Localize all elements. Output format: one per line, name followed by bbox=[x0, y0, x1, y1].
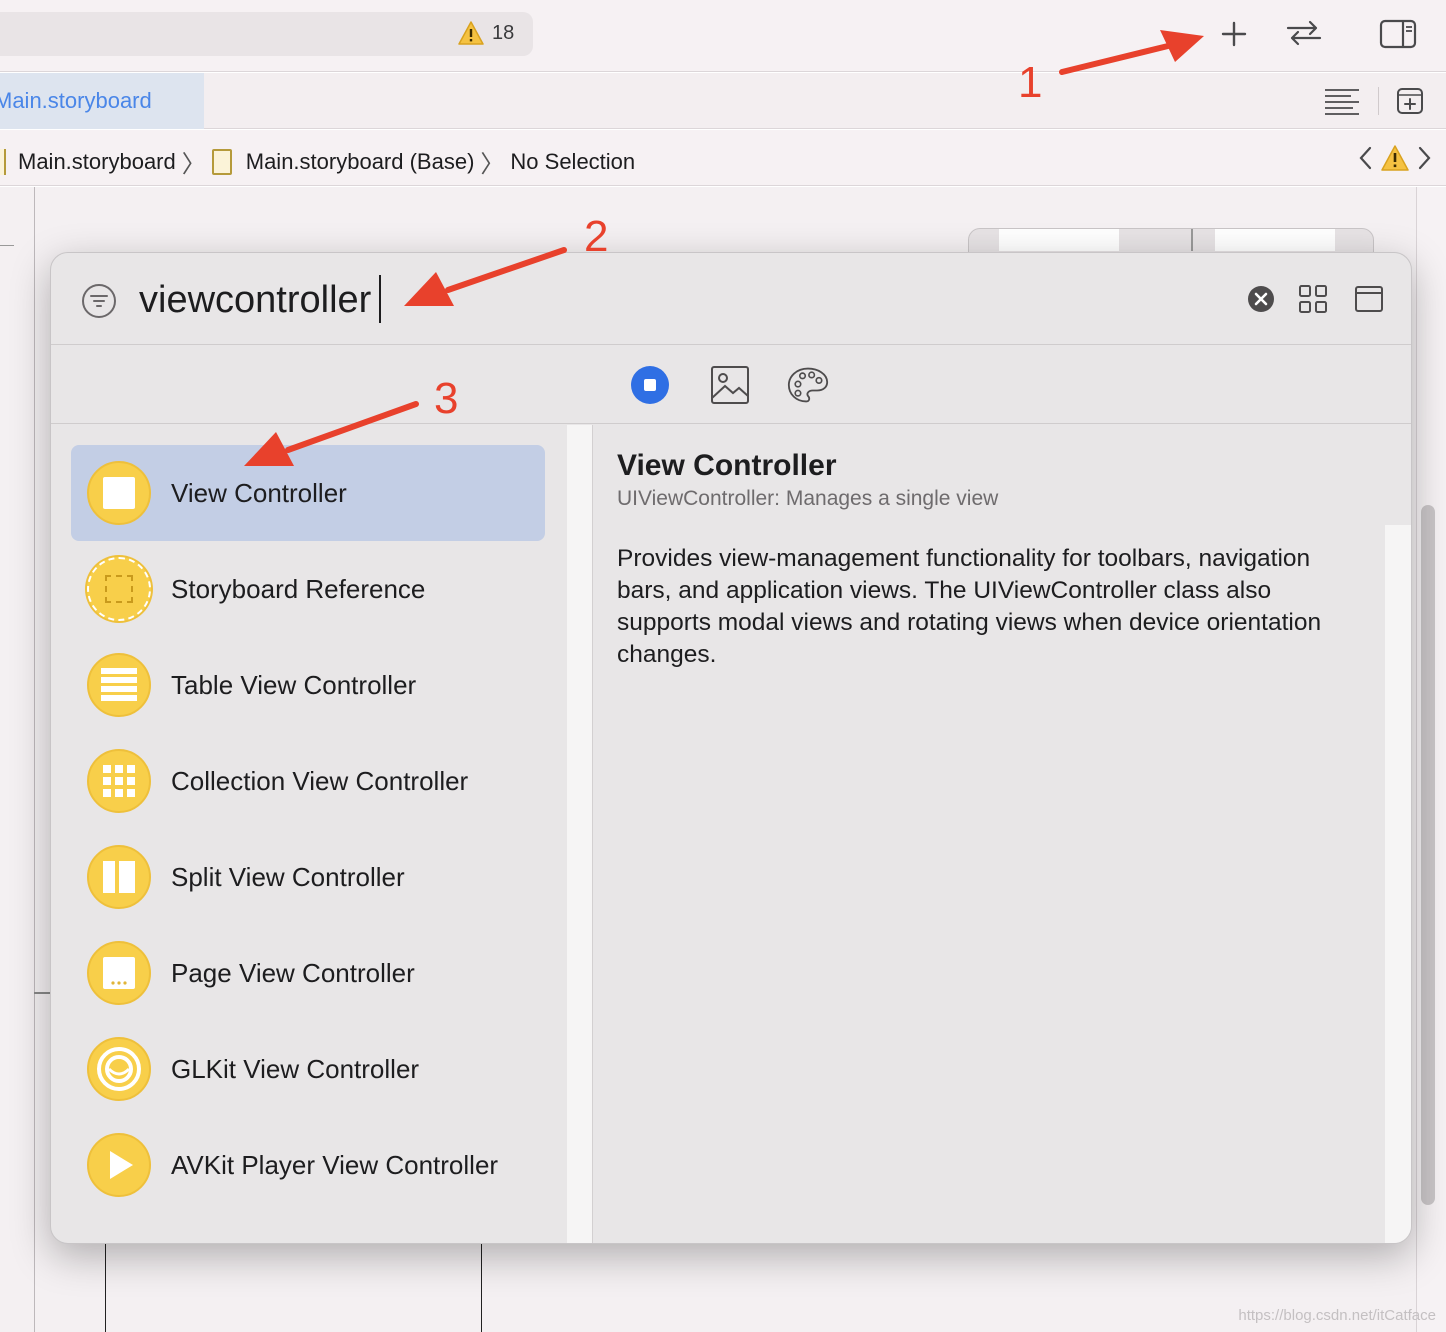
tab-bar-divider bbox=[1378, 87, 1379, 115]
inspector-toggle-button[interactable] bbox=[1378, 14, 1418, 54]
list-item-storyboard-reference[interactable]: Storyboard Reference bbox=[71, 541, 545, 637]
activity-status-field bbox=[0, 12, 533, 56]
list-item-view-controller[interactable]: View Controller bbox=[71, 445, 545, 541]
annotation-label-3: 3 bbox=[434, 374, 459, 423]
warning-icon bbox=[458, 21, 484, 45]
list-item-label: AVKit Player View Controller bbox=[171, 1150, 499, 1180]
scene-frame-edge bbox=[481, 1240, 482, 1332]
list-item-glkit-view-controller[interactable]: GLKit View Controller bbox=[71, 1021, 545, 1117]
chevron-right-icon: 〉 bbox=[480, 151, 505, 178]
list-item-label: View Controller bbox=[171, 478, 347, 508]
library-item-list: View Controller Storyboard Reference Tab… bbox=[51, 425, 567, 1243]
library-add-button[interactable] bbox=[1214, 14, 1254, 54]
detail-scrollbar-track[interactable] bbox=[1385, 525, 1411, 1243]
storyboard-file-icon bbox=[211, 148, 232, 175]
list-item-collection-view-controller[interactable]: Collection View Controller bbox=[71, 733, 545, 829]
page-view-controller-icon bbox=[87, 941, 151, 1005]
annotation-label-2: 2 bbox=[584, 212, 609, 261]
list-item-table-view-controller[interactable]: Table View Controller bbox=[71, 637, 545, 733]
warning-icon[interactable] bbox=[1380, 144, 1410, 172]
library-search-input[interactable] bbox=[139, 271, 1039, 329]
list-item-label: Split View Controller bbox=[171, 862, 405, 892]
window-toolbar: 18 bbox=[0, 0, 1446, 72]
editor-tab-bar: Main.storyboard bbox=[0, 73, 1446, 129]
inspector-toggle-icon bbox=[1379, 19, 1417, 49]
canvas-gutter-line bbox=[34, 187, 35, 1332]
warning-count: 18 bbox=[492, 21, 515, 44]
text-caret bbox=[379, 275, 381, 323]
clear-search-icon[interactable] bbox=[1247, 285, 1275, 313]
canvas-tick bbox=[0, 245, 14, 246]
avkit-player-icon bbox=[87, 1133, 151, 1197]
list-item-label: Page View Controller bbox=[171, 958, 415, 988]
tab-label: Main.storyboard bbox=[0, 88, 152, 113]
list-item-page-view-controller[interactable]: Page View Controller bbox=[71, 925, 545, 1021]
add-editor-button[interactable] bbox=[1390, 81, 1430, 121]
filter-icon[interactable] bbox=[81, 283, 117, 319]
view-controller-icon bbox=[87, 461, 151, 525]
breadcrumb-item-file[interactable]: Main.storyboard bbox=[18, 149, 176, 175]
detail-title: View Controller bbox=[617, 449, 837, 482]
issue-navigator-controls bbox=[1356, 142, 1434, 174]
table-view-controller-icon bbox=[87, 653, 151, 717]
split-view-controller-icon bbox=[87, 845, 151, 909]
detail-subtitle: UIViewController: Manages a single view bbox=[617, 487, 999, 510]
list-item-label: Storyboard Reference bbox=[171, 574, 426, 604]
text-lines-icon bbox=[1325, 89, 1359, 115]
list-item-avkit-player-view-controller[interactable]: AVKit Player View Controller bbox=[71, 1117, 545, 1213]
device-frame-divider bbox=[1191, 229, 1193, 251]
collection-view-controller-icon bbox=[87, 749, 151, 813]
annotation-label-1: 1 bbox=[1018, 58, 1043, 107]
warning-badge[interactable]: 18 bbox=[458, 21, 514, 45]
swap-arrows-icon bbox=[1286, 20, 1322, 46]
storyboard-reference-icon bbox=[87, 557, 151, 621]
object-library-popup: View Controller Storyboard Reference Tab… bbox=[50, 252, 1412, 1244]
jump-bar: Main.storyboard 〉 Main.storyboard (Base)… bbox=[0, 130, 1446, 186]
breadcrumb-item-selection[interactable]: No Selection bbox=[510, 149, 635, 175]
image-icon[interactable] bbox=[709, 364, 751, 406]
tab-main-storyboard[interactable]: Main.storyboard bbox=[0, 73, 204, 129]
chevron-right-icon: 〉 bbox=[181, 151, 206, 178]
scene-frame-edge bbox=[105, 1240, 106, 1332]
list-item-label: GLKit View Controller bbox=[171, 1054, 420, 1084]
chevron-left-icon[interactable] bbox=[1356, 144, 1376, 172]
library-detail-pane: View Controller UIViewController: Manage… bbox=[595, 425, 1411, 1243]
glkit-view-controller-icon bbox=[87, 1037, 151, 1101]
breadcrumb-item-base[interactable]: Main.storyboard (Base) bbox=[246, 149, 475, 175]
color-palette-icon[interactable] bbox=[787, 364, 829, 406]
library-search-area bbox=[51, 253, 1411, 345]
list-scrollbar-track[interactable] bbox=[567, 425, 593, 1243]
canvas-scrollbar[interactable] bbox=[1421, 505, 1435, 1205]
watermark: https://blog.csdn.net/itCatface bbox=[1238, 1307, 1436, 1324]
detail-view-icon[interactable] bbox=[1353, 283, 1385, 315]
plus-icon bbox=[1221, 21, 1247, 47]
list-item-label: Table View Controller bbox=[171, 670, 417, 700]
grid-view-icon[interactable] bbox=[1297, 283, 1329, 315]
device-frame-segment bbox=[1215, 229, 1335, 251]
detail-description: Provides view-management functionality f… bbox=[617, 545, 1322, 668]
list-item-label: Collection View Controller bbox=[171, 766, 469, 796]
chevron-right-icon[interactable] bbox=[1414, 144, 1434, 172]
file-icon bbox=[0, 148, 6, 175]
device-frame-segment bbox=[999, 229, 1119, 251]
add-editor-icon bbox=[1397, 88, 1423, 114]
library-category-bar bbox=[51, 346, 1411, 424]
breadcrumb: Main.storyboard 〉 Main.storyboard (Base)… bbox=[0, 144, 635, 179]
objects-icon[interactable] bbox=[629, 364, 671, 406]
editor-options-button[interactable] bbox=[1322, 81, 1362, 121]
list-item-split-view-controller[interactable]: Split View Controller bbox=[71, 829, 545, 925]
code-review-button[interactable] bbox=[1284, 14, 1324, 54]
